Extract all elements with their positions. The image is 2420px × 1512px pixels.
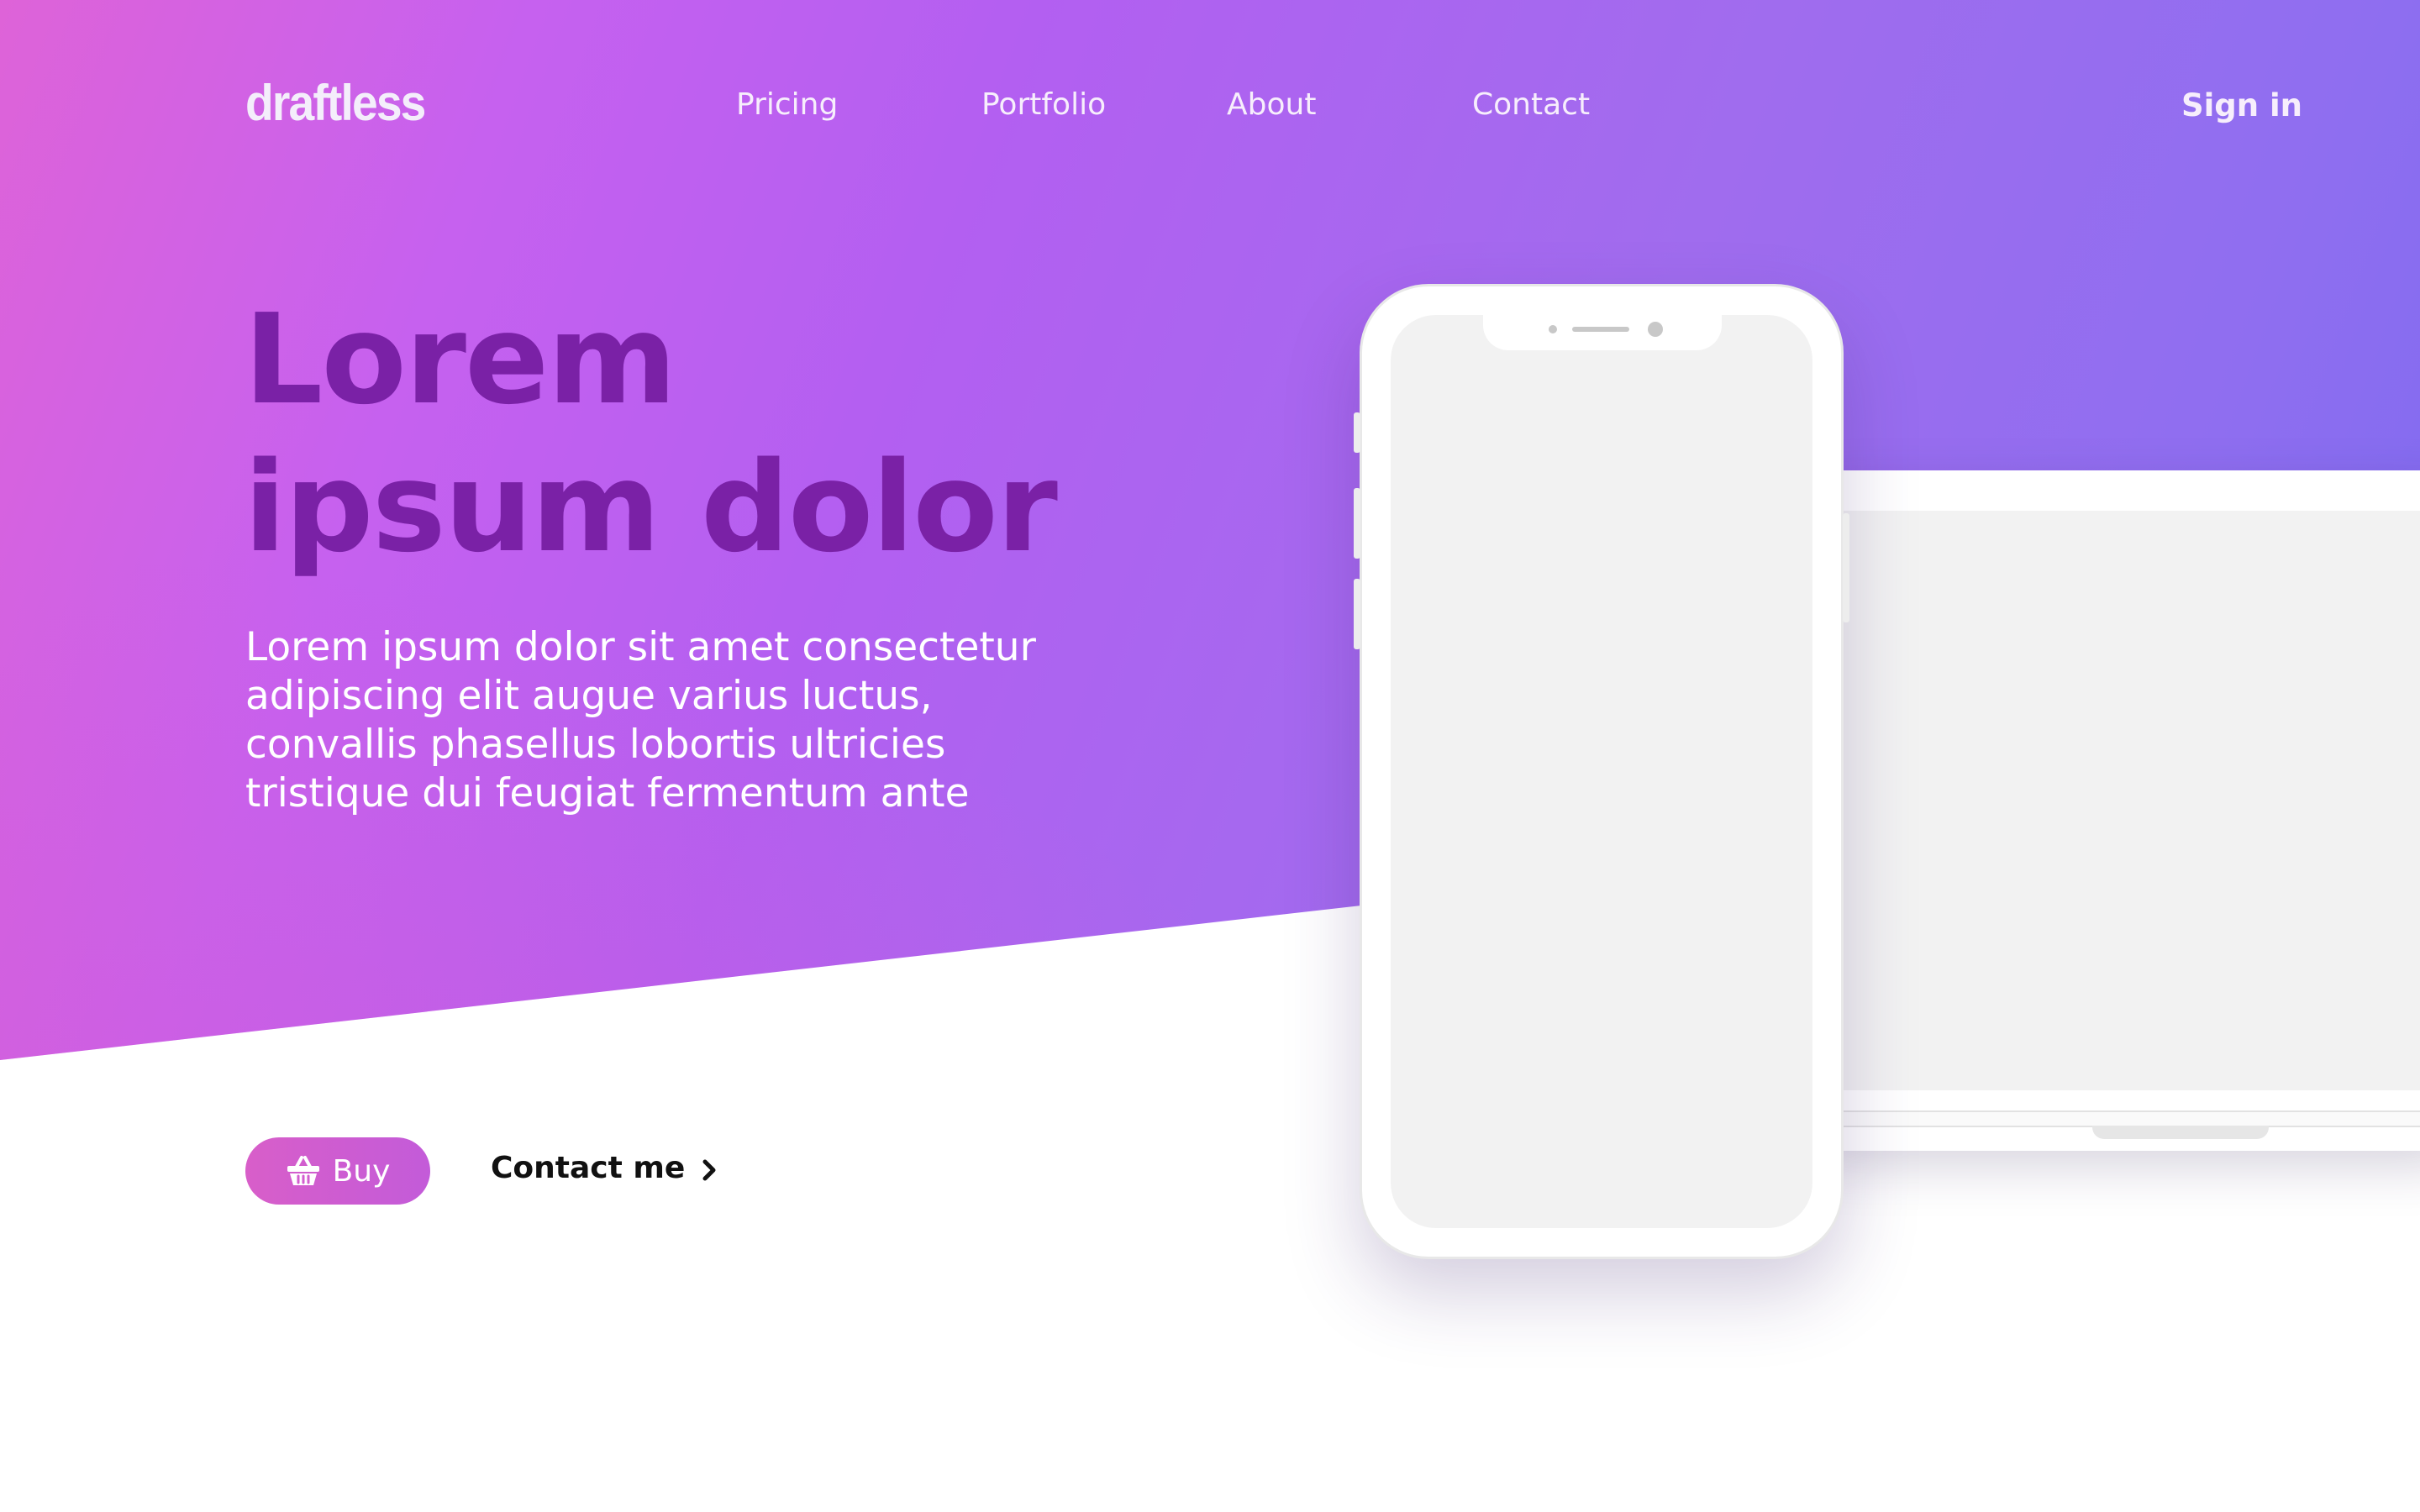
phone-speaker — [1572, 327, 1629, 332]
phone-volume-up-button — [1354, 488, 1360, 559]
hero-description: Lorem ipsum dolor sit amet consectetur a… — [245, 624, 1036, 816]
laptop-mockup — [1815, 470, 2420, 1151]
top-navigation: draftless Pricing Portfolio About Contac… — [0, 0, 2420, 218]
buy-button-label: Buy — [332, 1153, 391, 1189]
phone-notch — [1483, 315, 1722, 350]
laptop-base — [1815, 1110, 2420, 1127]
basket-icon — [286, 1155, 321, 1187]
phone-front-camera — [1648, 322, 1663, 337]
phone-sensor-dot — [1549, 325, 1557, 333]
hero-headline: Lorem ipsum dolor — [244, 286, 1058, 581]
hero-headline-line-2: ipsum dolor — [244, 435, 1058, 580]
phone-volume-down-button — [1354, 579, 1360, 649]
laptop-trackpad-notch — [2092, 1126, 2269, 1139]
contact-me-link[interactable]: Contact me — [491, 1151, 718, 1185]
landing-page: draftless Pricing Portfolio About Contac… — [0, 0, 2420, 1512]
laptop-screen — [1840, 511, 2420, 1090]
chevron-right-icon — [700, 1156, 718, 1181]
phone-power-button — [1843, 513, 1849, 622]
sign-in-link[interactable]: Sign in — [2181, 87, 2302, 123]
contact-me-label: Contact me — [491, 1151, 686, 1185]
nav-link-contact[interactable]: Contact — [1472, 87, 1590, 122]
nav-link-pricing[interactable]: Pricing — [736, 87, 838, 122]
nav-link-about[interactable]: About — [1227, 87, 1316, 122]
buy-button[interactable]: Buy — [245, 1137, 430, 1205]
brand-logo[interactable]: draftless — [245, 74, 426, 132]
hero-headline-line-1: Lorem — [244, 287, 677, 432]
nav-link-portfolio[interactable]: Portfolio — [981, 87, 1106, 122]
phone-mockup — [1354, 284, 1849, 1259]
phone-screen — [1391, 315, 1812, 1228]
phone-mute-switch — [1354, 412, 1360, 453]
